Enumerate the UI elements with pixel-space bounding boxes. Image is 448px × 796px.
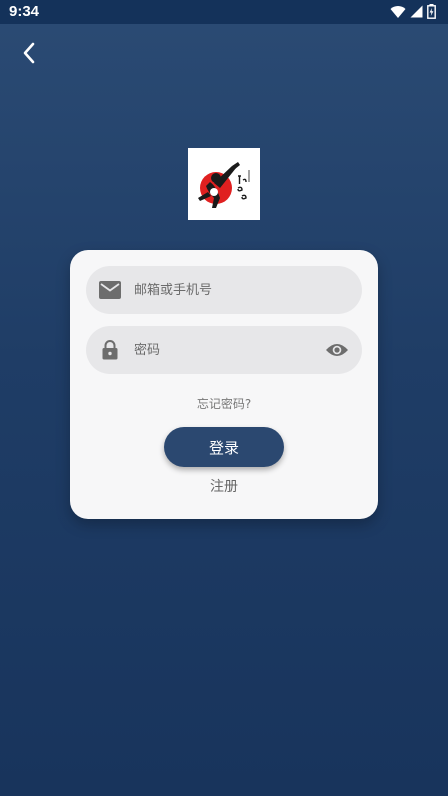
forgot-password-link[interactable]: 忘记密码? (70, 395, 378, 412)
email-input[interactable] (134, 266, 362, 314)
show-password-toggle[interactable] (324, 337, 350, 363)
mail-icon (98, 278, 122, 302)
lock-icon (98, 338, 122, 362)
wifi-icon (390, 5, 406, 18)
eye-icon (326, 344, 348, 356)
password-field-container (86, 326, 362, 374)
status-icons (390, 4, 436, 19)
app-logo (188, 148, 260, 220)
battery-icon (427, 4, 436, 19)
login-card: 忘记密码? 登录 注册 (70, 250, 378, 519)
email-field-container (86, 266, 362, 314)
status-bar: 9:34 (0, 0, 448, 24)
kick-figure-logo-icon (198, 162, 250, 208)
login-button[interactable]: 登录 (164, 427, 284, 467)
password-input[interactable] (134, 326, 324, 374)
chevron-left-icon (23, 42, 35, 64)
back-button[interactable] (14, 38, 44, 68)
register-link[interactable]: 注册 (70, 476, 378, 496)
status-time: 9:34 (9, 3, 40, 20)
signal-icon (410, 5, 423, 18)
